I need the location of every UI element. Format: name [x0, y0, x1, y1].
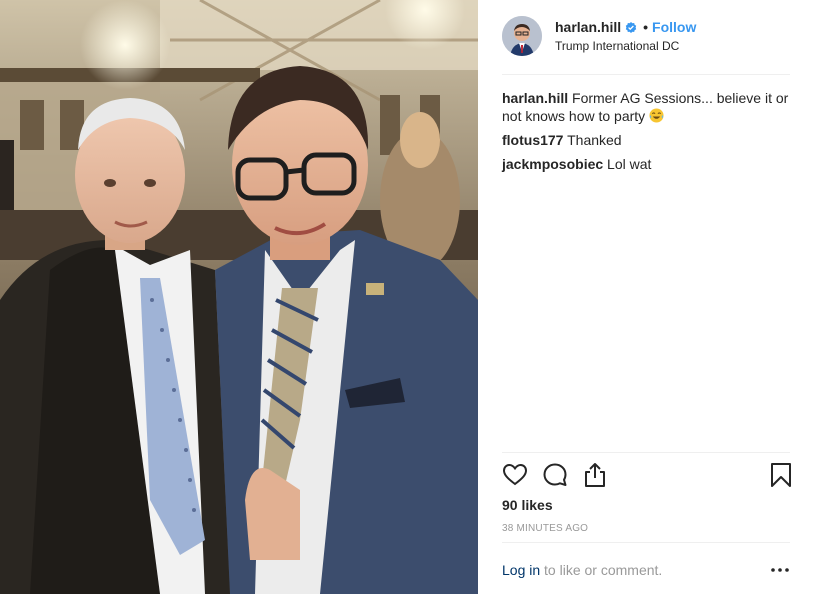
header-separator: • [643, 19, 649, 35]
action-bar [502, 462, 792, 490]
header-title-row: harlan.hill • Follow [555, 19, 696, 35]
post-header: harlan.hill • Follow Trump International… [502, 16, 790, 58]
comment-text: Thanked [567, 132, 622, 148]
comment-username[interactable]: jackmposobiec [502, 156, 603, 172]
comment-username[interactable]: harlan.hill [502, 90, 568, 106]
bookmark-icon[interactable] [768, 462, 796, 490]
comment-caption: harlan.hill Former AG Sessions... believ… [502, 89, 790, 125]
avatar-image [502, 16, 542, 56]
comment-icon[interactable] [542, 462, 570, 490]
post-photo[interactable] [0, 0, 478, 594]
comment-item: jackmposobiec Lol wat [502, 155, 790, 173]
actions-divider [502, 452, 790, 453]
more-options-icon[interactable] [769, 560, 791, 580]
avatar[interactable] [502, 16, 542, 56]
login-prompt-text: to like or comment. [540, 562, 663, 578]
follow-button[interactable]: Follow [652, 19, 696, 35]
login-link[interactable]: Log in [502, 562, 540, 578]
comment-text: Lol wat [607, 156, 652, 172]
laughing-tears-emoji-icon [649, 108, 664, 123]
verified-badge-icon [625, 21, 637, 33]
post-details-panel: harlan.hill • Follow Trump International… [478, 0, 814, 594]
location-link[interactable]: Trump International DC [555, 39, 679, 53]
header-username[interactable]: harlan.hill [555, 19, 621, 35]
share-icon[interactable] [582, 462, 610, 490]
footer-divider [502, 542, 790, 543]
comments-list: harlan.hill Former AG Sessions... believ… [502, 89, 790, 179]
comment-username[interactable]: flotus177 [502, 132, 563, 148]
post-photo-image [0, 0, 478, 594]
post-timestamp[interactable]: 38 MINUTES AGO [502, 523, 588, 534]
comment-item: flotus177 Thanked [502, 131, 790, 149]
heart-icon[interactable] [502, 462, 530, 490]
login-prompt: Log in to like or comment. [502, 562, 790, 578]
header-divider [502, 74, 790, 75]
likes-count[interactable]: 90 likes [502, 497, 553, 513]
